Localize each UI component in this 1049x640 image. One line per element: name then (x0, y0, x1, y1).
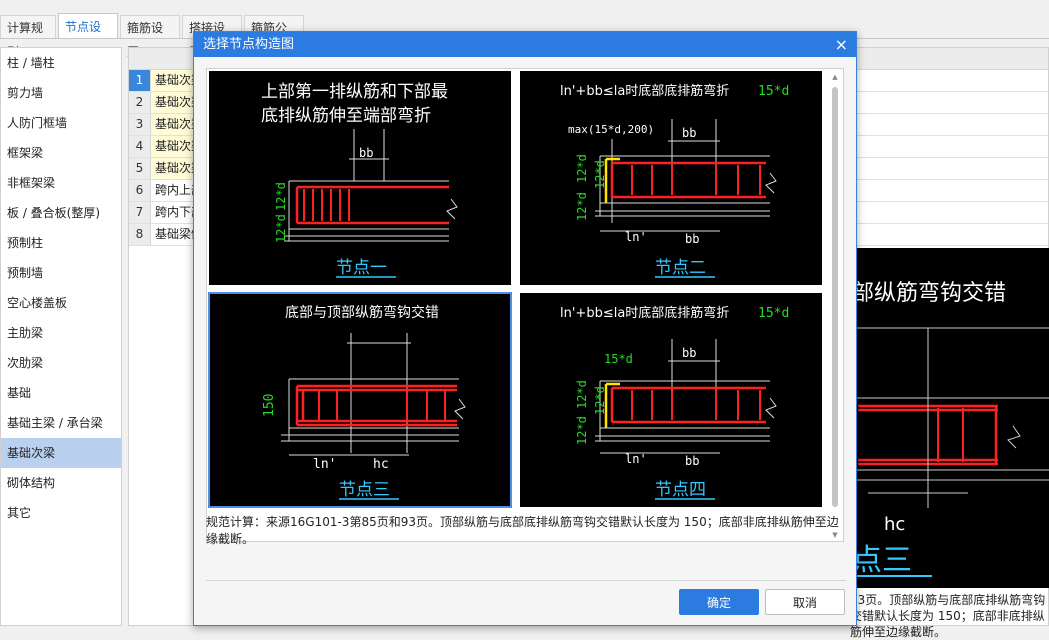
select-node-dialog: 选择节点构造图 × 上部第一排纵筋和下部最 底排纵筋伸至端部弯折 bb 12*d… (193, 31, 857, 626)
tab-stirrup-settings[interactable]: 箍筋设置 (120, 15, 180, 59)
node-2-caption: 节点二 (655, 258, 706, 278)
sidebar-item-main-rib-beam[interactable]: 主肋梁 (1, 318, 121, 348)
node-preview-image: 部纵筋弯钩交错 hc 点三 (848, 248, 1049, 588)
tab-node-settings[interactable]: 节点设置 (58, 13, 118, 60)
dialog-titlebar: 选择节点构造图 × (194, 32, 856, 57)
node-1-title-line1: 上部第一排纵筋和下部最 (261, 82, 448, 102)
dialog-divider (206, 580, 846, 581)
node-option-4[interactable]: ln'+bb≤la时底部底排筋弯折 15*d 15*d bb 12*d 12*d… (520, 293, 822, 507)
sidebar-item-non-frame-beam[interactable]: 非框架梁 (1, 168, 121, 198)
sidebar-item-hollow-slab[interactable]: 空心楼盖板 (1, 288, 121, 318)
sidebar-item-column[interactable]: 柱 / 墙柱 (1, 48, 121, 78)
node-option-1[interactable]: 上部第一排纵筋和下部最 底排纵筋伸至端部弯折 bb 12*d 12*d 节点一 (209, 71, 511, 285)
sidebar-item-foundation[interactable]: 基础 (1, 378, 121, 408)
node-2-bb-label: bb (682, 126, 696, 140)
node-description: 规范计算：来源16G101-3第85页和93页。顶部纵筋与底部底排纵筋弯钩交错默… (206, 515, 839, 546)
node-2-bb2-label: bb (685, 232, 699, 246)
node-4-bb-label: bb (682, 346, 696, 360)
node-3-caption: 节点三 (339, 480, 390, 500)
node-4-dim-bottom: 12*d (593, 386, 607, 415)
node-3-drawing: 底部与顶部纵筋弯钩交错 150 ln' hc 节点三 (262, 304, 466, 500)
node-4-drawing: ln'+bb≤la时底部底排筋弯折 15*d 15*d bb 12*d 12*d… (560, 305, 789, 500)
node-3-hc-label: hc (373, 457, 389, 472)
row-number: 7 (129, 202, 151, 223)
node-2-drawing: ln'+bb≤la时底部底排筋弯折 15*d max(15*d,200) bb (560, 83, 789, 278)
node-3-dim-150: 150 (262, 394, 277, 417)
scroll-up-icon[interactable]: ▲ (830, 73, 840, 81)
node-1-bb-label: bb (359, 146, 373, 160)
preview-description: 93页。顶部纵筋与底部底排纵筋弯钩交错默认长度为 150；底部非底排纵筋伸至边缘… (850, 593, 1046, 639)
node-4-dim-hook: 15*d (604, 352, 633, 366)
node-2-dim-mid: 12*d (575, 192, 589, 221)
sidebar-item-civil-defense-door-wall[interactable]: 人防门框墙 (1, 108, 121, 138)
node-2-ln-label: ln' (625, 230, 647, 244)
row-number: 4 (129, 136, 151, 157)
node-1-drawing: 上部第一排纵筋和下部最 底排纵筋伸至端部弯折 bb 12*d 12*d 节点一 (261, 82, 458, 278)
preview-hc-label: hc (884, 514, 905, 535)
node-4-dim-top: 12*d (575, 380, 589, 409)
sidebar-item-frame-beam[interactable]: 框架梁 (1, 138, 121, 168)
node-1-title-line2: 底排纵筋伸至端部弯折 (261, 106, 431, 126)
row-number: 1 (129, 70, 151, 91)
tab-calc-rules[interactable]: 计算规则 (0, 15, 56, 59)
sidebar-item-other[interactable]: 其它 (1, 498, 121, 528)
sidebar-item-precast-column[interactable]: 预制柱 (1, 228, 121, 258)
node-option-2[interactable]: ln'+bb≤la时底部底排筋弯折 15*d max(15*d,200) bb (520, 71, 822, 285)
component-sidebar: 柱 / 墙柱 剪力墙 人防门框墙 框架梁 非框架梁 板 / 叠合板(整厚) 预制… (0, 47, 122, 626)
node-2-dim-bottom: 12*d (593, 160, 607, 189)
sidebar-item-secondary-rib-beam[interactable]: 次肋梁 (1, 348, 121, 378)
close-icon[interactable]: × (835, 32, 848, 57)
row-number: 5 (129, 158, 151, 179)
sidebar-item-foundation-main-beam[interactable]: 基础主梁 / 承台梁 (1, 408, 121, 438)
node-4-title: ln'+bb≤la时底部底排筋弯折 (560, 305, 729, 321)
cancel-button[interactable]: 取消 (765, 589, 845, 615)
scrollbar-thumb[interactable] (832, 87, 838, 507)
node-2-title: ln'+bb≤la时底部底排筋弯折 (560, 83, 729, 99)
node-3-ln-label: ln' (313, 457, 336, 472)
node-1-caption: 节点一 (336, 258, 387, 278)
row-number: 8 (129, 224, 151, 245)
node-gallery: 上部第一排纵筋和下部最 底排纵筋伸至端部弯折 bb 12*d 12*d 节点一 … (206, 68, 844, 542)
sidebar-item-masonry[interactable]: 砌体结构 (1, 468, 121, 498)
sidebar-item-foundation-secondary-beam[interactable]: 基础次梁 (1, 438, 121, 468)
preview-title: 部纵筋弯钩交错 (852, 281, 1006, 306)
gallery-scrollbar[interactable]: ▲ ▼ (830, 73, 840, 539)
node-4-dim-mid: 12*d (575, 416, 589, 445)
node-3-title: 底部与顶部纵筋弯钩交错 (285, 304, 439, 321)
node-4-title-suffix: 15*d (758, 306, 789, 321)
node-4-bb2-label: bb (685, 454, 699, 468)
sidebar-item-precast-wall[interactable]: 预制墙 (1, 258, 121, 288)
node-preview-drawing: 部纵筋弯钩交错 hc 点三 (848, 281, 1049, 578)
row-number: 3 (129, 114, 151, 135)
node-1-dim-bottom: 12*d (274, 214, 288, 243)
node-4-ln-label: ln' (625, 452, 647, 466)
node-option-3[interactable]: 底部与顶部纵筋弯钩交错 150 ln' hc 节点三 (208, 292, 512, 508)
node-1-dim-top: 12*d (274, 182, 288, 211)
dialog-title: 选择节点构造图 (203, 37, 295, 52)
row-number: 6 (129, 180, 151, 201)
preview-caption: 点三 (852, 543, 912, 578)
node-2-dim-top: 12*d (575, 154, 589, 183)
sidebar-item-slab[interactable]: 板 / 叠合板(整厚) (1, 198, 121, 228)
node-2-title-suffix: 15*d (758, 84, 789, 99)
node-2-max-label: max(15*d,200) (568, 123, 654, 136)
node-4-caption: 节点四 (655, 480, 706, 500)
ok-button[interactable]: 确定 (679, 589, 759, 615)
row-number: 2 (129, 92, 151, 113)
sidebar-item-shear-wall[interactable]: 剪力墙 (1, 78, 121, 108)
